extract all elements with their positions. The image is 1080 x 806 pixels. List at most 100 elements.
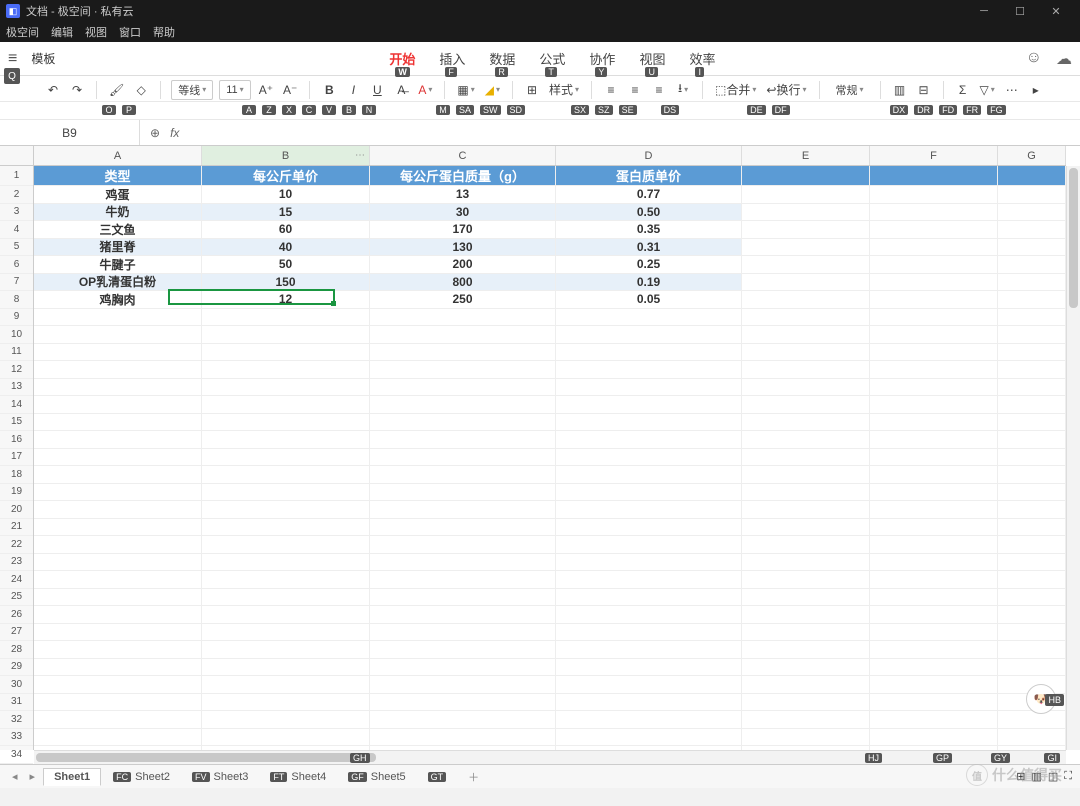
- cell[interactable]: OP乳清蛋白粉: [34, 274, 202, 292]
- cell[interactable]: [34, 309, 202, 327]
- row-header-35[interactable]: 35: [0, 764, 33, 765]
- row-header-7[interactable]: 7: [0, 274, 33, 292]
- sheet-tab-Sheet1[interactable]: Sheet1: [43, 768, 101, 786]
- cell[interactable]: [742, 221, 870, 239]
- cell[interactable]: [870, 186, 998, 204]
- zoom-icon[interactable]: ⊕: [150, 126, 160, 140]
- cell[interactable]: [742, 676, 870, 694]
- cell[interactable]: [742, 536, 870, 554]
- insert-button[interactable]: ⊞: [523, 80, 541, 100]
- cell[interactable]: [370, 466, 556, 484]
- cell[interactable]: [202, 414, 370, 432]
- number-format-select[interactable]: 常规: [830, 80, 870, 100]
- cell[interactable]: 0.31: [556, 239, 742, 257]
- cell[interactable]: [370, 571, 556, 589]
- cell[interactable]: 150: [202, 274, 370, 292]
- row-header-5[interactable]: 5: [0, 239, 33, 257]
- cell[interactable]: [998, 326, 1066, 344]
- cell[interactable]: [202, 431, 370, 449]
- cell[interactable]: [370, 414, 556, 432]
- cell[interactable]: [202, 711, 370, 729]
- row-header-17[interactable]: 17: [0, 449, 33, 467]
- cell[interactable]: [202, 361, 370, 379]
- row-header-34[interactable]: 34: [0, 746, 33, 764]
- cell[interactable]: [998, 571, 1066, 589]
- cell[interactable]: [202, 326, 370, 344]
- row-header-33[interactable]: 33: [0, 729, 33, 747]
- cell[interactable]: [998, 519, 1066, 537]
- row-header-18[interactable]: 18: [0, 466, 33, 484]
- minimize-button[interactable]: ─: [966, 0, 1002, 22]
- cell[interactable]: [742, 361, 870, 379]
- add-sheet-button[interactable]: ＋: [464, 769, 483, 785]
- cells-area[interactable]: 类型每公斤单价每公斤蛋白质量（g）蛋白质单价鸡蛋10130.77牛奶15300.…: [34, 166, 1066, 750]
- cell[interactable]: [370, 379, 556, 397]
- cell[interactable]: [556, 309, 742, 327]
- cell[interactable]: [870, 344, 998, 362]
- col-header-A[interactable]: A: [34, 146, 202, 165]
- sheet-tab-Sheet3[interactable]: FVSheet3: [182, 768, 258, 786]
- cell[interactable]: [870, 431, 998, 449]
- cell[interactable]: 12: [202, 291, 370, 309]
- format-painter-button[interactable]: 🖌: [107, 80, 126, 100]
- cell[interactable]: [742, 711, 870, 729]
- cell[interactable]: [742, 256, 870, 274]
- align-center-button[interactable]: ≡: [626, 80, 644, 100]
- status-icon-4[interactable]: ⛶: [1064, 770, 1072, 783]
- cell[interactable]: [34, 501, 202, 519]
- cell[interactable]: [742, 624, 870, 642]
- user-icon[interactable]: ☺: [1026, 49, 1042, 69]
- row-header-8[interactable]: 8: [0, 291, 33, 309]
- cell[interactable]: [34, 676, 202, 694]
- cell[interactable]: [742, 729, 870, 747]
- cell[interactable]: [742, 554, 870, 572]
- cell[interactable]: [34, 344, 202, 362]
- cell[interactable]: [870, 571, 998, 589]
- cell[interactable]: [370, 344, 556, 362]
- cell[interactable]: [870, 606, 998, 624]
- cell[interactable]: [742, 571, 870, 589]
- cell[interactable]: [370, 641, 556, 659]
- filter-button[interactable]: ▽: [978, 80, 997, 100]
- cell[interactable]: [370, 711, 556, 729]
- cell[interactable]: [870, 256, 998, 274]
- cell[interactable]: [34, 379, 202, 397]
- col-header-B[interactable]: B⋯: [202, 146, 370, 165]
- border-button[interactable]: ▦: [455, 80, 476, 100]
- cell[interactable]: 蛋白质单价: [556, 166, 742, 186]
- cell[interactable]: 50: [202, 256, 370, 274]
- cell[interactable]: [998, 484, 1066, 502]
- cell[interactable]: [556, 571, 742, 589]
- cell[interactable]: [998, 361, 1066, 379]
- cell[interactable]: 0.35: [556, 221, 742, 239]
- ribbon-tab-数据[interactable]: 数据R: [489, 49, 515, 68]
- cell[interactable]: [556, 484, 742, 502]
- cell[interactable]: 250: [370, 291, 556, 309]
- cell[interactable]: [742, 239, 870, 257]
- cell[interactable]: [34, 466, 202, 484]
- cell[interactable]: 0.25: [556, 256, 742, 274]
- cell[interactable]: [870, 694, 998, 712]
- col-header-E[interactable]: E: [742, 146, 870, 165]
- cell[interactable]: [998, 501, 1066, 519]
- ribbon-tab-视图[interactable]: 视图U: [639, 49, 665, 68]
- cell[interactable]: [742, 309, 870, 327]
- cell[interactable]: [742, 326, 870, 344]
- cell[interactable]: [370, 729, 556, 747]
- cell[interactable]: [370, 396, 556, 414]
- cell[interactable]: [998, 606, 1066, 624]
- cell[interactable]: [370, 606, 556, 624]
- cell[interactable]: [34, 554, 202, 572]
- cell[interactable]: [202, 641, 370, 659]
- ribbon-tab-协作[interactable]: 协作Y: [589, 49, 615, 68]
- row-header-15[interactable]: 15: [0, 414, 33, 432]
- cell[interactable]: [34, 659, 202, 677]
- cell[interactable]: [742, 379, 870, 397]
- bold-button[interactable]: B: [320, 80, 338, 100]
- cell[interactable]: [556, 361, 742, 379]
- row-header-31[interactable]: 31: [0, 694, 33, 712]
- row-header-20[interactable]: 20: [0, 501, 33, 519]
- cell[interactable]: [202, 536, 370, 554]
- cell[interactable]: [870, 326, 998, 344]
- cell-style-button[interactable]: 样式: [547, 80, 581, 100]
